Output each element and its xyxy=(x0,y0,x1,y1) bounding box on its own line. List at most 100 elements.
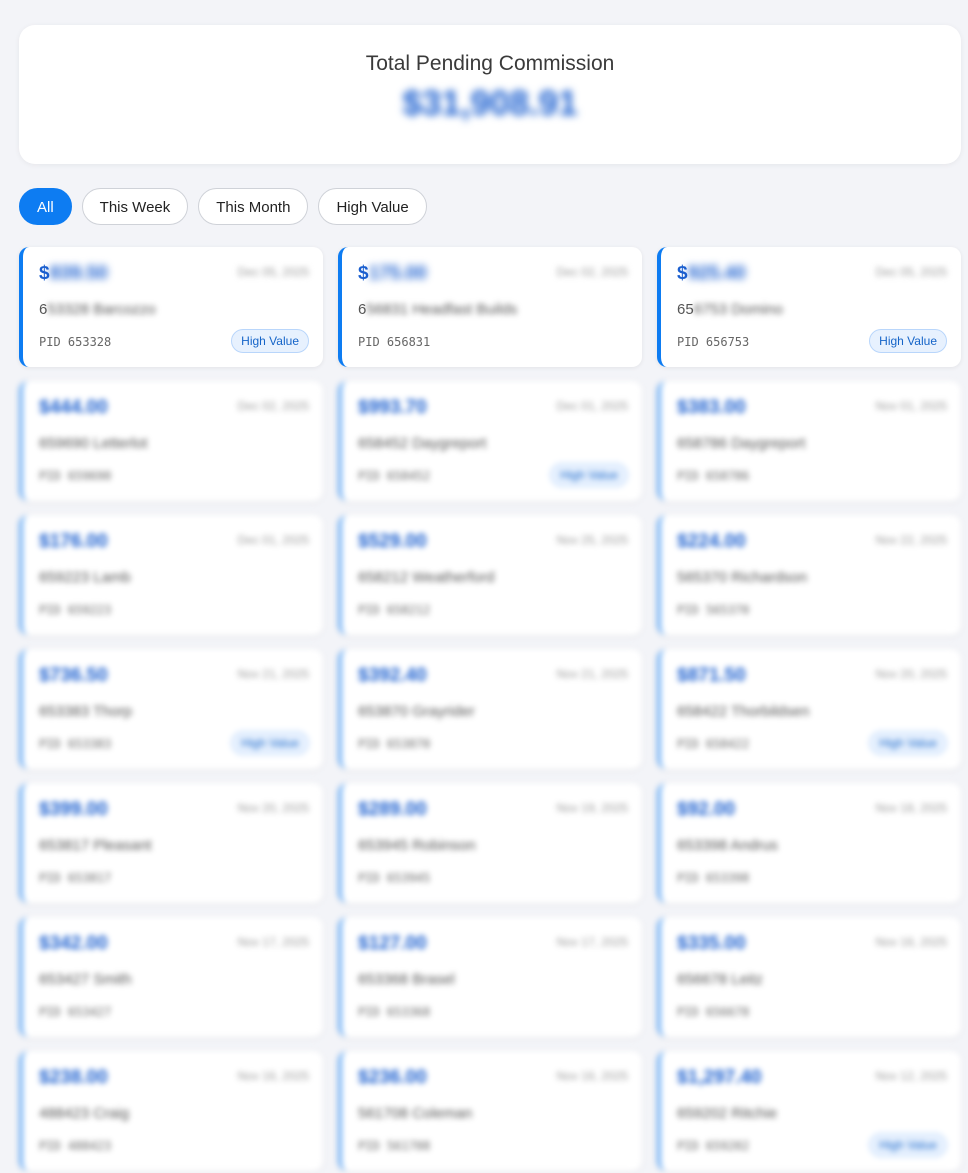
commission-date: Nov 16, 2025 xyxy=(875,935,947,949)
high-value-badge: High Value xyxy=(869,329,947,353)
commission-date: Dec 02, 2025 xyxy=(237,399,309,413)
property-id: PID 653383 xyxy=(39,737,112,751)
commission-date: Dec 01, 2025 xyxy=(237,533,309,547)
commission-card[interactable]: $399.00 Nov 20, 2025 653817 Pleasant PID 65… xyxy=(19,783,323,903)
property-name: 653817 Pleasant xyxy=(39,837,152,854)
property-name: 653945 Robinson xyxy=(358,837,476,854)
commission-card[interactable]: $871.50 Nov 20, 2025 658422 Thorbildsen PID… xyxy=(657,649,961,769)
commission-card[interactable]: $335.00 Nov 16, 2025 656678 Leitz PID 65667… xyxy=(657,917,961,1037)
commission-amount: $92.00 xyxy=(677,799,736,820)
commission-amount: $839.50 xyxy=(39,263,108,284)
property-name: 565370 Richardson xyxy=(677,569,808,586)
high-value-badge: High Value xyxy=(869,1133,947,1157)
commission-card[interactable]: $238.00 Nov 16, 2025 488423 Craig PID 48842… xyxy=(19,1051,323,1171)
commission-card[interactable]: $736.50 Nov 21, 2025 653383 Thorp PID 65338… xyxy=(19,649,323,769)
commission-date: Nov 21, 2025 xyxy=(556,667,628,681)
high-value-badge: High Value xyxy=(231,731,309,755)
property-id: PID 653870 xyxy=(358,737,431,751)
commission-grid: $839.50 Dec 05, 2025 653328 Barcozzo PID 65… xyxy=(19,247,961,1171)
commission-date: Dec 05, 2025 xyxy=(237,265,309,279)
property-id: PID 565370 xyxy=(677,603,750,617)
filter-this-week[interactable]: This Week xyxy=(81,188,189,225)
commission-date: Nov 18, 2025 xyxy=(875,801,947,815)
property-id: PID 653817 xyxy=(39,871,112,885)
property-id: PID 659202 xyxy=(677,1139,750,1153)
property-id: PID 658452 xyxy=(358,469,431,483)
high-value-badge: High Value xyxy=(231,329,309,353)
property-id: PID 659223 xyxy=(39,603,112,617)
commission-card[interactable]: $127.00 Nov 17, 2025 653368 Brasel PID 6533… xyxy=(338,917,642,1037)
commission-card[interactable]: $176.00 Dec 01, 2025 659223 Lamb PID 659223 xyxy=(19,515,323,635)
commission-date: Nov 01, 2025 xyxy=(875,399,947,413)
commission-card[interactable]: $925.40 Dec 05, 2025 656753 Domino PID 6567… xyxy=(657,247,961,367)
property-id: PID 653328 xyxy=(39,335,112,349)
commission-card[interactable]: $342.00 Nov 17, 2025 653427 Smith PID 65342… xyxy=(19,917,323,1037)
property-name: 656831 Headfast Builds xyxy=(358,301,518,318)
commission-card[interactable]: $236.00 Nov 16, 2025 561708 Coleman PID 561… xyxy=(338,1051,642,1171)
commission-amount: $176.00 xyxy=(39,531,108,552)
property-id: PID 488423 xyxy=(39,1139,112,1153)
commission-date: Nov 19, 2025 xyxy=(556,801,628,815)
property-name: 658422 Thorbildsen xyxy=(677,703,810,720)
filter-this-month[interactable]: This Month xyxy=(198,188,309,225)
property-id: PID 653368 xyxy=(358,1005,431,1019)
commission-date: Nov 21, 2025 xyxy=(237,667,309,681)
commission-date: Nov 20, 2025 xyxy=(875,667,947,681)
commission-amount: $335.00 xyxy=(677,933,746,954)
commission-amount: $399.00 xyxy=(39,799,108,820)
commission-amount: $871.50 xyxy=(677,665,746,686)
commission-card[interactable]: $224.00 Nov 22, 2025 565370 Richardson PID … xyxy=(657,515,961,635)
commission-date: Nov 20, 2025 xyxy=(237,801,309,815)
total-commission-card: Total Pending Commission $31,908.91 xyxy=(19,25,961,164)
commission-amount: $444.00 xyxy=(39,397,108,418)
property-name: 653328 Barcozzo xyxy=(39,301,156,318)
property-id: PID 658422 xyxy=(677,737,750,751)
commission-amount: $238.00 xyxy=(39,1067,108,1088)
commission-card[interactable]: $529.00 Nov 25, 2025 658212 Weatherford PID… xyxy=(338,515,642,635)
filter-high-value[interactable]: High Value xyxy=(318,188,427,225)
commission-card[interactable]: $1,297.40 Nov 12, 2025 659202 Ritchie PID 6… xyxy=(657,1051,961,1171)
commission-card[interactable]: $392.40 Nov 21, 2025 653870 Grayrider PID 6… xyxy=(338,649,642,769)
property-name: 658212 Weatherford xyxy=(358,569,495,586)
commission-date: Nov 17, 2025 xyxy=(556,935,628,949)
commission-amount: $1,297.40 xyxy=(677,1067,762,1088)
commission-date: Dec 05, 2025 xyxy=(875,265,947,279)
commission-date: Dec 02, 2025 xyxy=(556,265,628,279)
property-name: 656678 Leitz xyxy=(677,971,763,988)
high-value-badge: High Value xyxy=(869,731,947,755)
commission-amount: $993.70 xyxy=(358,397,427,418)
property-id: PID 658212 xyxy=(358,603,431,617)
property-name: 653398 Andrus xyxy=(677,837,778,854)
property-name: 653870 Grayrider xyxy=(358,703,475,720)
commission-card[interactable]: $289.00 Nov 19, 2025 653945 Robinson PID 65… xyxy=(338,783,642,903)
filter-bar: All This Week This Month High Value xyxy=(19,188,427,225)
property-id: PID 658786 xyxy=(677,469,750,483)
property-id: PID 656753 xyxy=(677,335,750,349)
commission-card[interactable]: $92.00 Nov 18, 2025 653398 Andrus PID 65339… xyxy=(657,783,961,903)
property-name: 653383 Thorp xyxy=(39,703,133,720)
commission-date: Nov 16, 2025 xyxy=(237,1069,309,1083)
commission-date: Nov 12, 2025 xyxy=(875,1069,947,1083)
filter-all[interactable]: All xyxy=(19,188,72,225)
commission-amount: $127.00 xyxy=(358,933,427,954)
commission-date: Dec 01, 2025 xyxy=(556,399,628,413)
property-name: 658786 Daygreport xyxy=(677,435,806,452)
property-name: 561708 Coleman xyxy=(358,1105,473,1122)
commission-card[interactable]: $839.50 Dec 05, 2025 653328 Barcozzo PID 65… xyxy=(19,247,323,367)
property-name: 656753 Domino xyxy=(677,301,783,318)
property-id: PID 656678 xyxy=(677,1005,750,1019)
commission-card[interactable]: $175.00 Dec 02, 2025 656831 Headfast Build… xyxy=(338,247,642,367)
property-name: 659202 Ritchie xyxy=(677,1105,778,1122)
commission-amount: $175.00 xyxy=(358,263,427,284)
commission-card[interactable]: $444.00 Dec 02, 2025 659690 Letterlot PID 6… xyxy=(19,381,323,501)
summary-value: $31,908.91 xyxy=(402,84,578,123)
commission-card[interactable]: $993.70 Dec 01, 2025 658452 Daygreport PID … xyxy=(338,381,642,501)
property-name: 659223 Lamb xyxy=(39,569,131,586)
commission-amount: $383.00 xyxy=(677,397,746,418)
commission-amount: $925.40 xyxy=(677,263,746,284)
property-name: 659690 Letterlot xyxy=(39,435,148,452)
commission-amount: $342.00 xyxy=(39,933,108,954)
property-name: 653427 Smith xyxy=(39,971,132,988)
property-id: PID 653945 xyxy=(358,871,431,885)
commission-card[interactable]: $383.00 Nov 01, 2025 658786 Daygreport PID … xyxy=(657,381,961,501)
